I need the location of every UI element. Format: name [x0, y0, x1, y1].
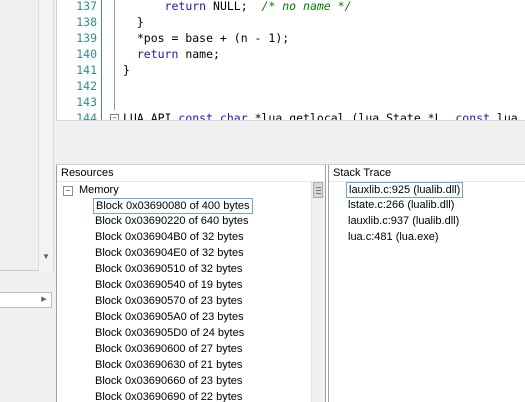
code-line[interactable]: 138 }: [57, 14, 525, 30]
pane-splitter[interactable]: [56, 120, 525, 165]
memory-block-item[interactable]: Block 0x036905A0 of 23 bytes: [93, 310, 246, 325]
code-token: *lua_getlocal (lua_State *L,: [247, 111, 456, 120]
line-number: 138: [76, 15, 97, 29]
code-token: }: [123, 15, 144, 29]
code-line[interactable]: 139 *pos = base + (n - 1);: [57, 30, 525, 46]
code-keyword: const: [178, 111, 214, 120]
stack-frame-item[interactable]: lstate.c:266 (lualib.dll): [346, 198, 456, 213]
memory-block-item[interactable]: Block 0x03690080 of 400 bytes: [93, 198, 253, 214]
stack-frame-item[interactable]: lauxlib.c:925 (lualib.dll): [346, 182, 464, 198]
code-token: lua_De: [496, 111, 525, 120]
memory-block-item[interactable]: Block 0x036904E0 of 32 bytes: [93, 246, 246, 261]
line-number: 143: [76, 95, 97, 109]
divider: [0, 270, 38, 271]
collapse-icon[interactable]: −: [63, 186, 73, 196]
resources-pane: Resources − Memory Block 0x03690080 of 4…: [56, 165, 326, 402]
code-token: NULL;: [206, 0, 262, 13]
code-text: }: [123, 62, 130, 78]
code-line[interactable]: 141}: [57, 62, 525, 78]
resources-header: Resources: [57, 165, 325, 182]
line-number: 140: [76, 47, 97, 61]
line-number: 137: [76, 0, 97, 13]
left-input[interactable]: ▶: [0, 292, 52, 308]
stack-trace-header: Stack Trace: [329, 165, 525, 182]
code-token: *pos = base + (n - 1);: [123, 31, 290, 45]
tree-node-memory[interactable]: − Memory: [57, 182, 297, 198]
resources-scrollbar[interactable]: [311, 181, 325, 402]
memory-block-item[interactable]: Block 0x03690660 of 23 bytes: [93, 374, 244, 389]
code-text: return name;: [123, 46, 220, 62]
code-keyword: return: [164, 0, 207, 13]
code-text: return NULL; /* no name */: [123, 0, 352, 14]
fold-marker: [107, 46, 121, 62]
code-text: LUA_API const char *lua_getlocal (lua_St…: [123, 110, 525, 120]
code-keyword: char: [219, 111, 248, 120]
code-editor[interactable]: 137 return NULL; /* no name */138 } 139 *…: [56, 0, 525, 120]
left-scrollbar[interactable]: ▼: [38, 0, 54, 272]
scrollbar-thumb[interactable]: [313, 182, 323, 198]
fold-marker: [107, 62, 121, 78]
memory-block-item[interactable]: Block 0x036904B0 of 32 bytes: [93, 230, 246, 245]
line-number: 144: [76, 111, 97, 120]
scroll-right-arrow-icon[interactable]: ▶: [39, 295, 49, 305]
memory-block-item[interactable]: Block 0x03690510 of 32 bytes: [93, 262, 244, 277]
memory-block-item[interactable]: Block 0x03690540 of 19 bytes: [93, 278, 244, 293]
code-keyword: return: [136, 47, 179, 61]
code-keyword: const: [455, 111, 490, 120]
code-token: name;: [178, 47, 220, 61]
code-token: LUA_API: [123, 111, 179, 120]
memory-block-item[interactable]: Block 0x03690630 of 21 bytes: [93, 358, 244, 373]
code-line[interactable]: 143: [57, 94, 525, 110]
memory-block-item[interactable]: Block 0x03690600 of 27 bytes: [93, 342, 244, 357]
fold-marker: [107, 78, 121, 94]
memory-block-item[interactable]: Block 0x03690220 of 640 bytes: [93, 214, 251, 229]
fold-marker: [107, 14, 121, 30]
memory-block-item[interactable]: Block 0x03690570 of 23 bytes: [93, 294, 244, 309]
line-number: 141: [76, 63, 97, 77]
fold-marker: [107, 94, 121, 110]
code-token: }: [123, 63, 130, 77]
stack-frame-item[interactable]: lua.c:481 (lua.exe): [346, 230, 441, 245]
fold-marker: −: [107, 110, 121, 120]
stack-trace-pane: Stack Trace lauxlib.c:925 (lualib.dll) ls…: [328, 165, 525, 402]
line-number: 142: [76, 79, 97, 93]
code-comment: /* no name */: [261, 0, 352, 13]
tree-node-label: Memory: [79, 184, 119, 196]
code-line[interactable]: 140 return name;: [57, 46, 525, 62]
memory-block-item[interactable]: Block 0x03690690 of 22 bytes: [93, 390, 244, 402]
fold-marker: [107, 0, 121, 14]
code-text: }: [123, 14, 144, 30]
fold-marker: [107, 30, 121, 46]
memory-block-item[interactable]: Block 0x036905D0 of 24 bytes: [93, 326, 246, 341]
line-number: 139: [76, 31, 97, 45]
code-text: *pos = base + (n - 1);: [123, 30, 289, 46]
code-line[interactable]: 142: [57, 78, 525, 94]
code-line[interactable]: 137 return NULL; /* no name */: [57, 0, 525, 14]
scroll-down-arrow-icon[interactable]: ▼: [39, 250, 53, 264]
code-line[interactable]: 144 − LUA_API const char *lua_getlocal (lu…: [57, 110, 525, 120]
stack-frame-item[interactable]: lauxlib.c:937 (lualib.dll): [346, 214, 461, 229]
